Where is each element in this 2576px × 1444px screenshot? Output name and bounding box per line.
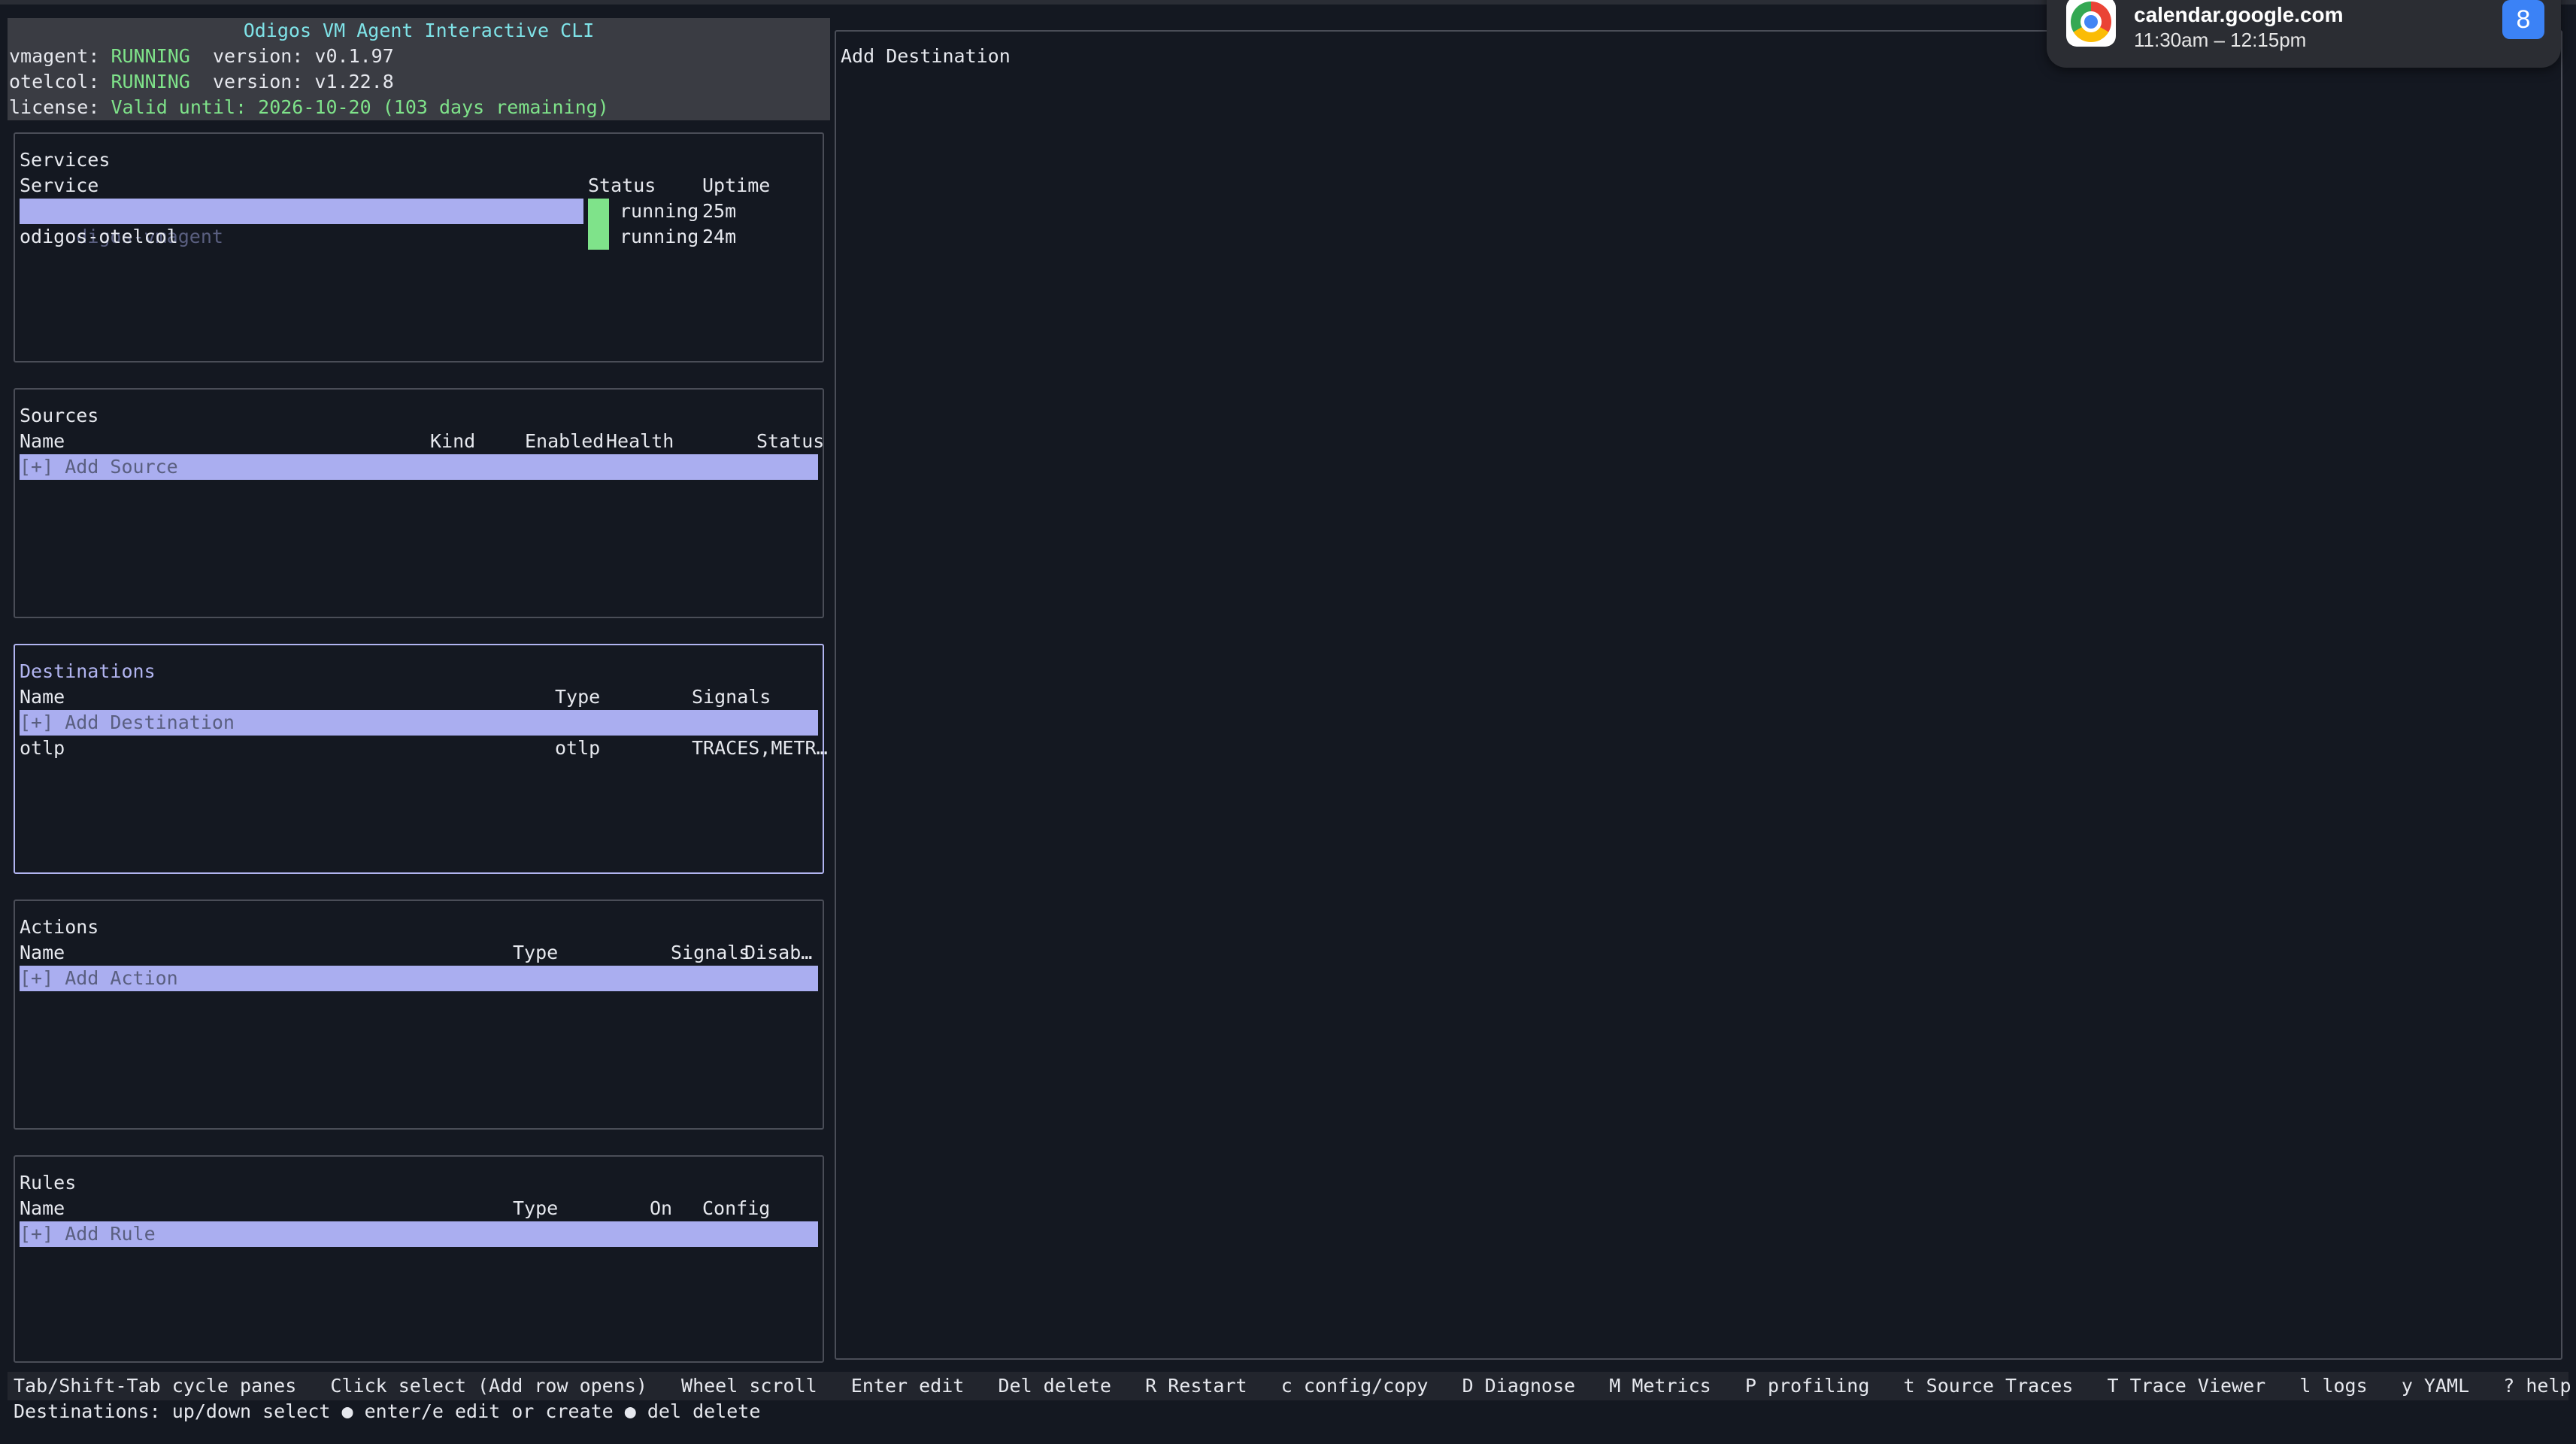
service-row-otelcol[interactable]: odigos-otelcol bbox=[20, 224, 178, 250]
actions-col-signals: Signals bbox=[671, 942, 750, 963]
calendar-notification[interactable]: calendar.google.com 11:30am – 12:15pm 8 bbox=[2047, 0, 2561, 68]
actions-col-name: Name bbox=[20, 942, 65, 963]
detail-pane[interactable]: Add Destination bbox=[835, 30, 2562, 1360]
rules-title: Rules bbox=[20, 1172, 77, 1194]
service-uptime: 25m bbox=[702, 200, 737, 222]
sources-pane[interactable]: Sources Name Kind Enabled Health Status … bbox=[14, 388, 824, 618]
status-header: Odigos VM Agent Interactive CLI vmagent:… bbox=[8, 18, 830, 120]
sources-col-enabled: Enabled bbox=[525, 430, 605, 452]
service-status: running bbox=[620, 226, 699, 247]
destination-row-type: otlp bbox=[555, 737, 601, 759]
services-pane[interactable]: Services Service Status Uptime odigos-vm… bbox=[14, 132, 824, 363]
service-status: running bbox=[620, 200, 699, 222]
rules-col-type: Type bbox=[513, 1197, 559, 1219]
sources-col-status: Status bbox=[756, 430, 825, 452]
destinations-col-name: Name bbox=[20, 686, 65, 708]
services-col-service: Service bbox=[20, 174, 99, 196]
calendar-icon: 8 bbox=[2502, 0, 2544, 39]
chrome-icon bbox=[2066, 0, 2116, 47]
destinations-col-signals: Signals bbox=[692, 686, 771, 708]
destination-row-name[interactable]: otlp bbox=[20, 736, 65, 761]
destinations-title: Destinations bbox=[20, 660, 156, 682]
services-col-status: Status bbox=[588, 174, 656, 196]
rules-col-on: On bbox=[650, 1197, 673, 1219]
vmagent-label: vmagent: bbox=[9, 45, 100, 67]
service-uptime: 24m bbox=[702, 226, 737, 247]
add-action-button[interactable]: [+] Add Action bbox=[20, 966, 818, 991]
service-row-vmagent[interactable]: odigos-vmagent bbox=[20, 199, 583, 247]
license-line: license: Valid until: 2026-10-20 (103 da… bbox=[9, 95, 609, 120]
add-source-button[interactable]: [+] Add Source bbox=[20, 454, 818, 480]
add-rule-button[interactable]: [+] Add Rule bbox=[20, 1221, 818, 1247]
vmagent-status: RUNNING bbox=[111, 45, 190, 67]
destinations-col-type: Type bbox=[555, 686, 601, 708]
license-value: Valid until: 2026-10-20 (103 days remain… bbox=[111, 96, 609, 118]
otelcol-status: RUNNING bbox=[111, 71, 190, 93]
actions-col-type: Type bbox=[513, 942, 559, 963]
actions-pane[interactable]: Actions Name Type Signals Disab… [+] Add… bbox=[14, 899, 824, 1130]
actions-title: Actions bbox=[20, 916, 99, 938]
destinations-pane[interactable]: Destinations Name Type Signals [+] Add D… bbox=[14, 644, 828, 874]
vmagent-status-line: vmagent: RUNNING version: v0.1.97 bbox=[9, 44, 394, 69]
add-destination-button[interactable]: [+] Add Destination bbox=[20, 710, 818, 736]
otelcol-label: otelcol: bbox=[9, 71, 100, 93]
rules-pane[interactable]: Rules Name Type On Config [+] Add Rule bbox=[14, 1155, 824, 1363]
services-col-uptime: Uptime bbox=[702, 174, 771, 196]
detail-title: Add Destination bbox=[841, 45, 1011, 67]
sources-title: Sources bbox=[20, 405, 99, 426]
notification-site: calendar.google.com bbox=[2134, 3, 2344, 26]
sources-col-health: Health bbox=[606, 430, 674, 452]
sources-col-name: Name bbox=[20, 430, 65, 452]
destination-row-signals: TRACES,METR… bbox=[692, 737, 828, 759]
status-indicator bbox=[588, 224, 609, 250]
pane-hint: Destinations: up/down select ● enter/e e… bbox=[14, 1400, 761, 1422]
keybindings-help: Tab/Shift-Tab cycle panes Click select (… bbox=[14, 1375, 2571, 1397]
actions-col-disabled: Disab… bbox=[744, 942, 813, 963]
services-title: Services bbox=[20, 149, 111, 171]
license-label: license: bbox=[9, 96, 100, 118]
otelcol-version: version: v1.22.8 bbox=[212, 71, 394, 93]
status-indicator bbox=[588, 199, 609, 224]
sources-col-kind: Kind bbox=[430, 430, 476, 452]
rules-col-name: Name bbox=[20, 1197, 65, 1219]
vmagent-version: version: v0.1.97 bbox=[212, 45, 394, 67]
otelcol-status-line: otelcol: RUNNING version: v1.22.8 bbox=[9, 69, 394, 95]
rules-col-config: Config bbox=[702, 1197, 771, 1219]
notification-time: 11:30am – 12:15pm bbox=[2134, 29, 2307, 51]
app-title: Odigos VM Agent Interactive CLI bbox=[243, 20, 595, 41]
